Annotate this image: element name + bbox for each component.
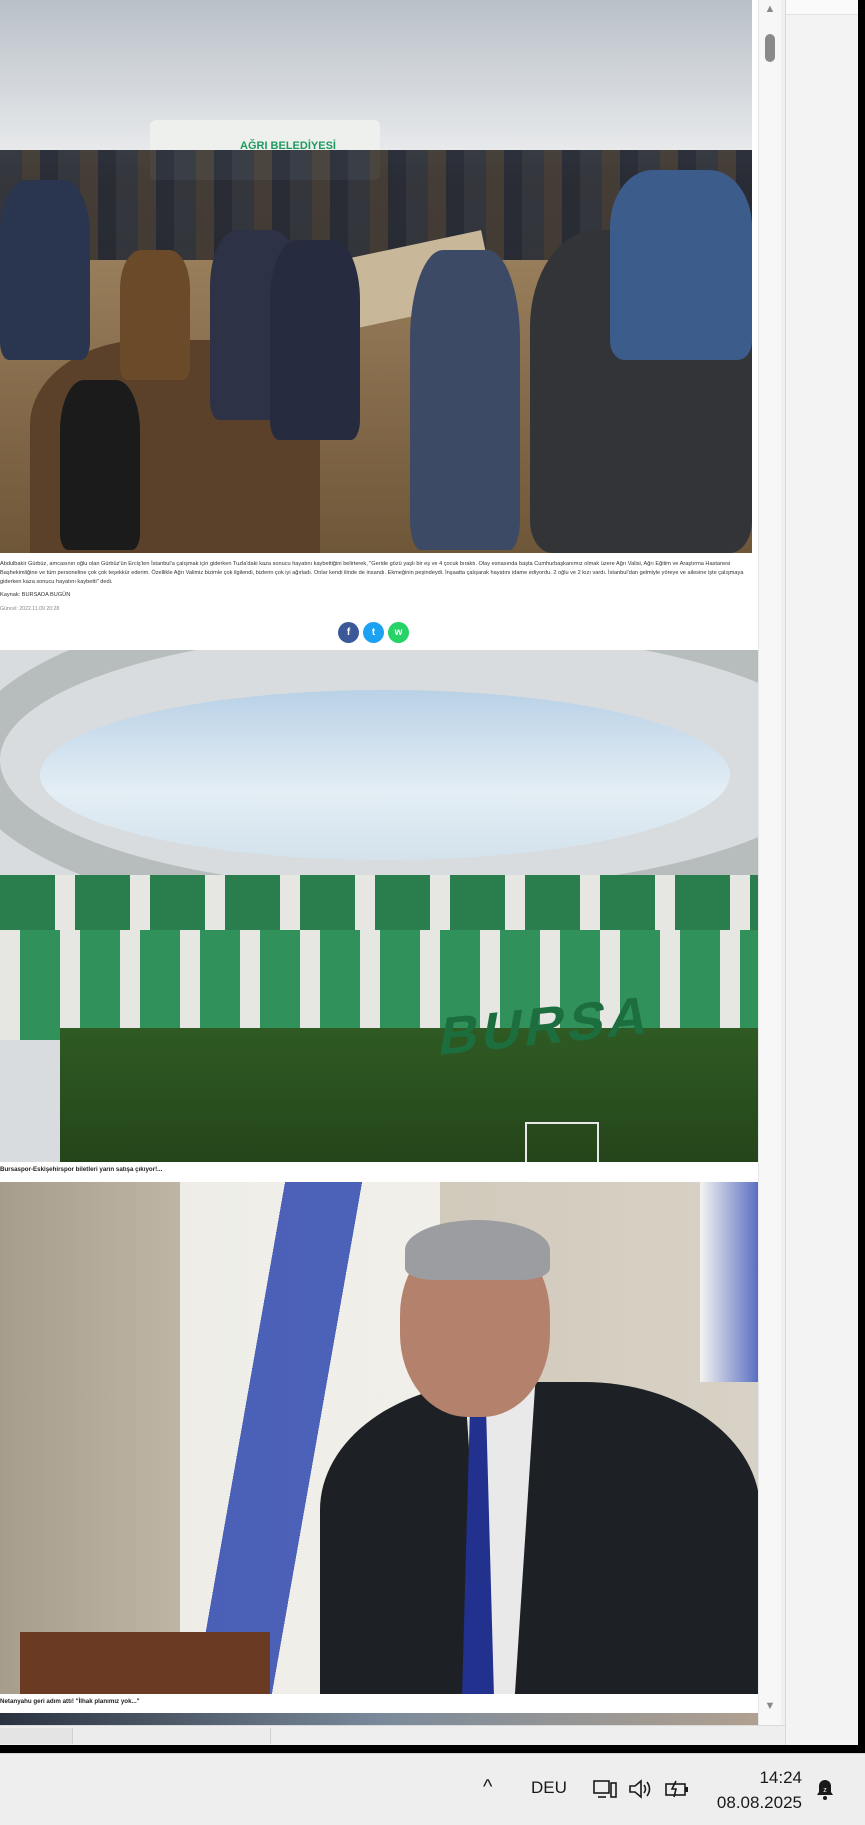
mourner <box>610 170 752 360</box>
background-window-titlebar <box>786 0 858 15</box>
desktop-screen: AĞRI BELEDİYESİ Abdulbakir Gürbüz, amcas… <box>0 0 865 1825</box>
flag <box>700 1182 758 1382</box>
horizontal-scrollbar[interactable] <box>0 1725 785 1745</box>
stadium-photo[interactable]: BURSA <box>0 650 758 1162</box>
share-buttons: f t w <box>338 622 418 644</box>
goal-post <box>525 1122 599 1162</box>
facebook-icon: f <box>346 627 351 638</box>
article-source: Kaynak: BURSADA BUGÜN <box>0 592 71 598</box>
article-date: Güncel: 2022.11.09 20:28 <box>0 606 60 612</box>
scrollbar-track <box>0 1728 73 1744</box>
funeral-photo: AĞRI BELEDİYESİ <box>0 0 752 553</box>
portrait-news-link[interactable]: Netanyahu geri adım attı! "İlhak planımı… <box>0 1698 140 1705</box>
input-language-indicator[interactable]: DEU <box>531 1778 567 1798</box>
football-pitch <box>60 1028 758 1162</box>
network-icon[interactable] <box>592 1776 618 1802</box>
article-caption: Abdulbakir Gürbüz, amcasının oğlu olan G… <box>0 556 752 656</box>
mourner <box>410 250 520 550</box>
scroll-down-arrow-icon[interactable]: ▼ <box>759 1697 781 1715</box>
suit <box>320 1382 758 1694</box>
stadium-news-link[interactable]: Bursaspor-Eskişehirspor biletleri yarın … <box>0 1166 162 1173</box>
scrollbar-thumb-horizontal[interactable] <box>74 1728 271 1744</box>
facebook-share-button[interactable]: f <box>338 622 359 643</box>
mourner <box>120 250 190 380</box>
volume-icon[interactable] <box>627 1776 653 1802</box>
portrait-photo[interactable] <box>0 1182 758 1694</box>
mourner <box>270 240 360 440</box>
vertical-scrollbar[interactable]: ▲ ▼ <box>758 0 781 1725</box>
next-news-photo[interactable] <box>0 1713 758 1725</box>
taskbar: ^ DEU 14:24 08.08.2025 z <box>0 1753 865 1825</box>
whatsapp-share-button[interactable]: w <box>388 622 409 643</box>
battery-icon[interactable] <box>664 1776 690 1802</box>
notification-icon[interactable]: z <box>812 1776 838 1802</box>
mourner <box>60 380 140 550</box>
article-body-text: Abdulbakir Gürbüz, amcasının oğlu olan G… <box>0 561 744 585</box>
twitter-icon: t <box>371 627 376 638</box>
clock-date[interactable]: 08.08.2025 <box>704 1793 802 1813</box>
clock-time[interactable]: 14:24 <box>740 1768 802 1788</box>
scroll-up-arrow-icon[interactable]: ▲ <box>759 0 781 18</box>
podium <box>20 1632 270 1694</box>
scrollbar-thumb[interactable] <box>765 34 775 62</box>
svg-text:z: z <box>823 1787 827 1794</box>
roof-opening-sky <box>40 690 730 860</box>
show-hidden-icons-chevron-icon[interactable]: ^ <box>483 1776 492 1799</box>
twitter-share-button[interactable]: t <box>363 622 384 643</box>
article-page: AĞRI BELEDİYESİ Abdulbakir Gürbüz, amcas… <box>0 0 758 1725</box>
mourner <box>0 180 90 360</box>
background-window[interactable] <box>785 0 858 1745</box>
whatsapp-icon: w <box>394 627 403 638</box>
hair <box>405 1220 550 1280</box>
browser-window: AĞRI BELEDİYESİ Abdulbakir Gürbüz, amcas… <box>0 0 785 1745</box>
